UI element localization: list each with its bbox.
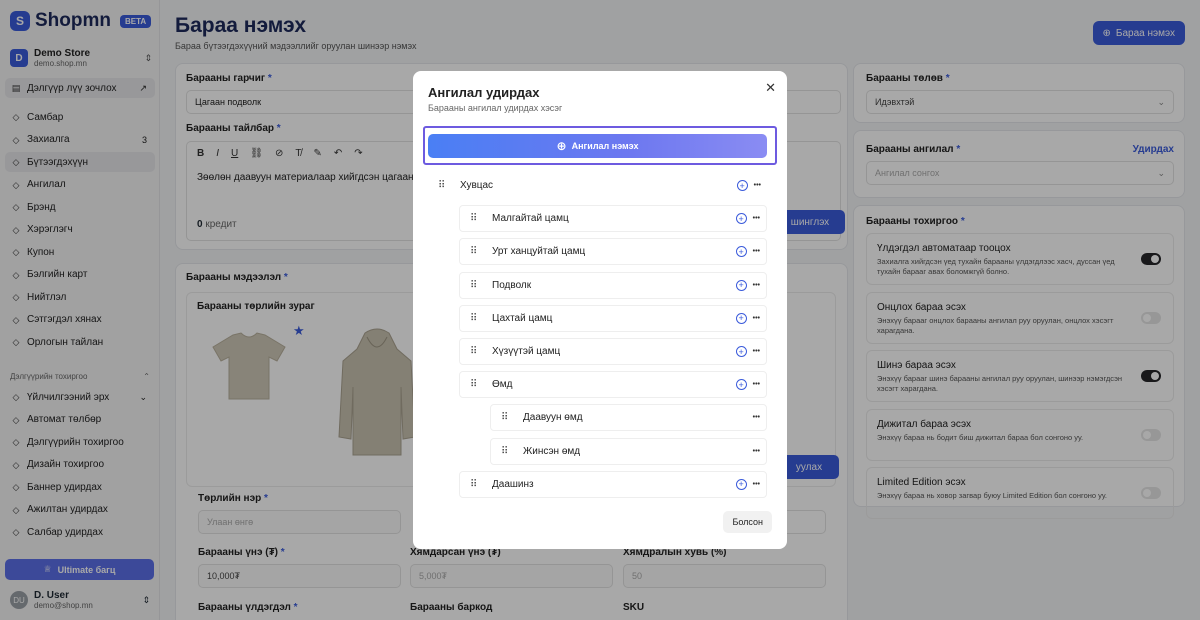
add-subcategory-icon[interactable]: + [735, 213, 747, 225]
add-subcategory-icon[interactable]: + [735, 346, 747, 357]
more-options-icon[interactable]: ••• [753, 248, 760, 255]
node-actions: + ••• [735, 213, 760, 225]
drag-handle-icon[interactable]: ⠿ [470, 379, 484, 390]
drag-handle-icon[interactable]: ⠿ [470, 246, 484, 257]
drag-handle-icon[interactable]: ⠿ [501, 446, 515, 457]
category-label: Хувцас [460, 180, 494, 191]
node-actions: + ••• [736, 180, 761, 191]
category-label: Өмд [492, 379, 513, 391]
node-actions: + ••• [735, 279, 760, 291]
category-node[interactable]: ⠿ Жинсэн өмд ••• [490, 437, 767, 465]
category-node[interactable]: ⠿ Урт ханцуйтай цамц + ••• [459, 238, 767, 266]
category-node[interactable]: ⠿ Малгайтай цамц + ••• [459, 205, 767, 233]
add-category-button[interactable]: ⊕ Ангилал нэмэх [428, 134, 767, 158]
add-subcategory-icon[interactable]: + [735, 478, 747, 490]
modal-subtitle: Барааны ангилал удирдах хэсэг [428, 103, 563, 113]
done-button[interactable]: Болсон [723, 511, 772, 533]
category-label: Хүзүүтэй цамц [492, 346, 561, 357]
more-options-icon[interactable]: ••• [753, 282, 760, 289]
node-actions: + ••• [735, 346, 760, 357]
close-icon[interactable]: ✕ [765, 80, 776, 96]
plus-circle-icon: ⊕ [556, 139, 567, 153]
category-label: Цахтай цамц [492, 312, 553, 324]
drag-handle-icon[interactable]: ⠿ [470, 479, 484, 490]
add-category-label: Ангилал нэмэх [571, 141, 639, 151]
drag-handle-icon[interactable]: ⠿ [470, 213, 484, 224]
category-label: Малгайтай цамц [492, 213, 569, 225]
category-node[interactable]: ⠿ Хувцас + ••• [428, 172, 767, 199]
category-label: Даавуун өмд [523, 412, 583, 424]
category-node[interactable]: ⠿ Өмд + ••• [459, 371, 767, 399]
more-options-icon[interactable]: ••• [753, 414, 760, 421]
category-tree: ⠿ Хувцас + ••• ⠿ Малгайтай цамц + ••• ⠿ Урт ханцу… [428, 172, 773, 499]
add-subcategory-icon[interactable]: + [736, 180, 748, 191]
drag-handle-icon[interactable]: ⠿ [470, 346, 484, 357]
category-node[interactable]: ⠿ Хүзүүтэй цамц + ••• [459, 338, 767, 365]
add-subcategory-icon[interactable]: + [735, 246, 747, 258]
more-options-icon[interactable]: ••• [753, 381, 760, 388]
node-actions: + ••• [735, 379, 760, 391]
more-options-icon[interactable]: ••• [753, 481, 760, 488]
more-options-icon[interactable]: ••• [753, 315, 760, 322]
node-actions: ••• [753, 448, 760, 455]
drag-handle-icon[interactable]: ⠿ [470, 280, 484, 291]
modal-title: Ангилал удирдах [428, 85, 540, 100]
more-options-icon[interactable]: ••• [753, 448, 760, 455]
add-subcategory-icon[interactable]: + [735, 279, 747, 291]
category-manager-modal: Ангилал удирдах Барааны ангилал удирдах … [413, 71, 787, 549]
node-actions: + ••• [735, 312, 760, 324]
node-actions: + ••• [735, 478, 760, 490]
category-label: Даашинз [492, 478, 534, 490]
category-node[interactable]: ⠿ Подволк + ••• [459, 271, 767, 299]
category-node[interactable]: ⠿ Даавуун өмд ••• [490, 404, 767, 432]
category-label: Жинсэн өмд [523, 445, 581, 457]
category-label: Урт ханцуйтай цамц [492, 246, 586, 258]
category-node[interactable]: ⠿ Цахтай цамц + ••• [459, 304, 767, 332]
node-actions: ••• [753, 414, 760, 421]
drag-handle-icon[interactable]: ⠿ [501, 412, 515, 423]
node-actions: + ••• [735, 246, 760, 258]
more-options-icon[interactable]: ••• [753, 215, 760, 222]
add-subcategory-icon[interactable]: + [735, 312, 747, 324]
drag-handle-icon[interactable]: ⠿ [438, 180, 452, 191]
add-subcategory-icon[interactable]: + [735, 379, 747, 391]
more-options-icon[interactable]: ••• [754, 182, 761, 189]
category-label: Подволк [492, 279, 532, 291]
drag-handle-icon[interactable]: ⠿ [470, 313, 484, 324]
more-options-icon[interactable]: ••• [753, 348, 760, 355]
category-node[interactable]: ⠿ Даашинз + ••• [459, 470, 767, 498]
